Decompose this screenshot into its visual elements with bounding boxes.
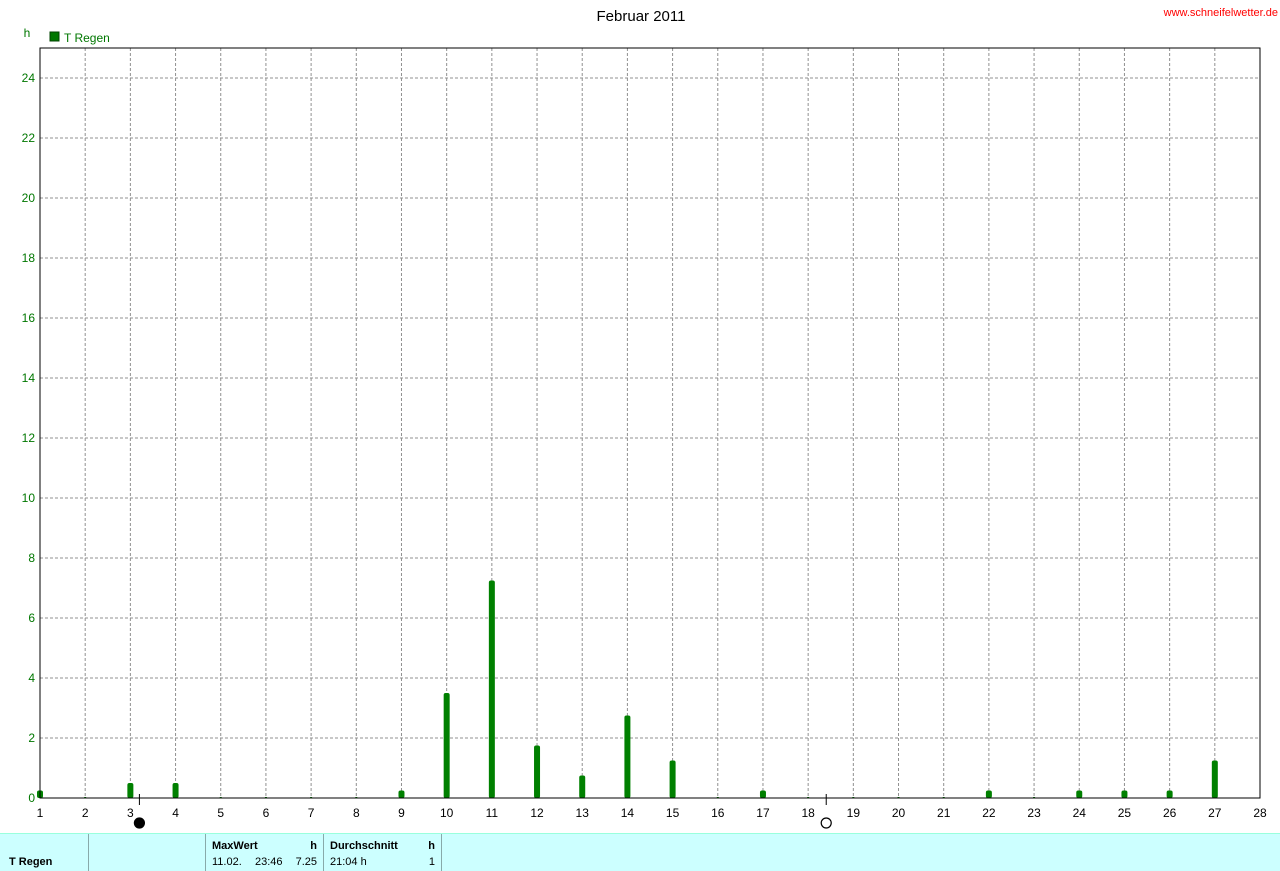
x-tick-label: 21: [937, 806, 951, 820]
x-tick-label: 9: [398, 806, 405, 820]
x-tick-label: 7: [308, 806, 315, 820]
max-value: 7.25: [295, 856, 317, 868]
avg-value: 1: [428, 856, 435, 868]
stats-label-cell: T Regen: [0, 834, 89, 871]
x-tick-label: 23: [1027, 806, 1041, 820]
rain-duration-chart: Februar 2011 www.schneifelwetter.de h T …: [22, 7, 1278, 829]
bar: [1121, 790, 1128, 798]
x-tick-label: 16: [711, 806, 725, 820]
x-tick-label: 1: [37, 806, 44, 820]
grid-lines: [40, 48, 1260, 798]
max-date: 11.02.: [212, 856, 242, 868]
avg-header: Durchschnitt: [330, 840, 398, 852]
legend-label: T Regen: [64, 31, 110, 45]
bar: [1211, 760, 1218, 798]
x-tick-label: 14: [621, 806, 635, 820]
x-tick-label: 13: [576, 806, 590, 820]
x-tick-label: 28: [1253, 806, 1267, 820]
x-tick-label: 20: [892, 806, 906, 820]
stats-row-label: T Regen: [9, 856, 53, 868]
moon-phase-markers: [133, 794, 832, 829]
x-tick-label: 3: [127, 806, 134, 820]
x-tick-label: 17: [756, 806, 770, 820]
bar: [488, 580, 495, 798]
x-tick-label: 22: [982, 806, 996, 820]
y-tick-label: 0: [28, 791, 35, 805]
full-moon-icon: [820, 817, 832, 829]
bar: [1076, 790, 1083, 798]
stats-max-cell: MaxWert h 11.02. 23:46 7.25: [206, 834, 324, 871]
bar: [985, 790, 992, 798]
x-tick-label: 4: [172, 806, 179, 820]
bar: [534, 745, 541, 798]
y-tick-label: 16: [22, 311, 36, 325]
x-tick-labels: 1 2 3 4 5 6 7 8 9 10 11 12 13 14 15 16 17 18 19 20 21 22 23 24 2…: [37, 806, 1267, 820]
x-tick-label: 11: [486, 806, 499, 820]
bar: [624, 715, 631, 798]
x-tick-label: 6: [263, 806, 270, 820]
x-tick-label: 27: [1208, 806, 1222, 820]
y-tick-label: 6: [28, 611, 35, 625]
y-tick-label: 22: [22, 131, 36, 145]
y-tick-label: 24: [22, 71, 36, 85]
bar: [759, 790, 766, 798]
x-tick-label: 8: [353, 806, 360, 820]
x-tick-label: 5: [217, 806, 224, 820]
y-tick-label: 14: [22, 371, 36, 385]
y-tick-label: 8: [28, 551, 35, 565]
y-tick-labels: 024681012141618202224: [22, 71, 36, 805]
chart-title: Februar 2011: [597, 8, 686, 25]
bar: [127, 783, 134, 798]
legend-swatch: [49, 31, 60, 42]
max-unit: h: [310, 840, 317, 852]
stats-avg-cell: Durchschnitt h 21:04 h 1: [324, 834, 442, 871]
avg-unit: h: [428, 840, 435, 852]
bar: [669, 760, 676, 798]
x-tick-label: 25: [1118, 806, 1132, 820]
bar: [398, 790, 405, 798]
y-tick-label: 18: [22, 251, 36, 265]
y-tick-label: 12: [22, 431, 36, 445]
bar: [172, 783, 179, 798]
bar: [443, 693, 450, 798]
x-tick-label: 18: [801, 806, 815, 820]
x-tick-label: 19: [847, 806, 861, 820]
bar: [579, 775, 586, 798]
site-credit: www.schneifelwetter.de: [1163, 7, 1278, 19]
bar: [1166, 790, 1173, 798]
y-tick-label: 4: [28, 671, 35, 685]
avg-duration: 21:04 h: [330, 856, 367, 868]
x-tick-label: 2: [82, 806, 89, 820]
x-tick-label: 26: [1163, 806, 1177, 820]
y-axis-unit: h: [24, 26, 31, 40]
x-tick-label: 15: [666, 806, 680, 820]
x-tick-label: 10: [440, 806, 454, 820]
max-header: MaxWert: [212, 840, 258, 852]
stats-empty-cell: [89, 834, 206, 871]
y-tick-label: 10: [22, 491, 36, 505]
plot-frame: [39, 47, 1261, 799]
max-time: 23:46: [255, 856, 283, 868]
x-tick-label: 24: [1073, 806, 1087, 820]
y-tick-label: 2: [28, 731, 35, 745]
y-tick-label: 20: [22, 191, 36, 205]
new-moon-icon: [133, 817, 146, 829]
x-tick-label: 12: [530, 806, 544, 820]
statistics-bar: T Regen MaxWert h 11.02. 23:46 7.25 Durc…: [0, 833, 1280, 871]
